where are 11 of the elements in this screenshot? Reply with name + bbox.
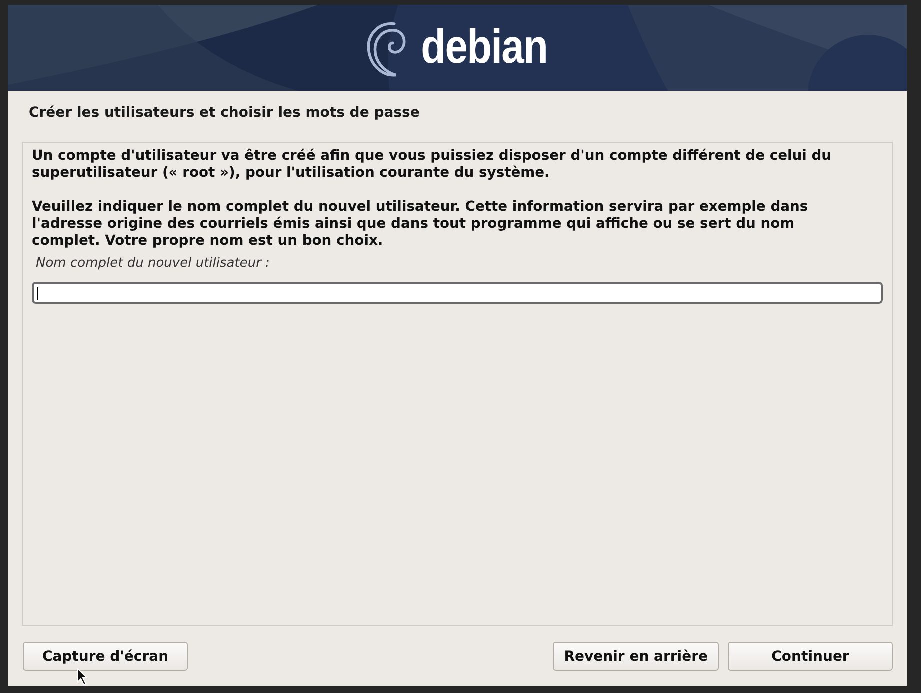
logo-text: debian xyxy=(421,24,548,72)
screenshot-button[interactable]: Capture d'écran xyxy=(23,642,188,671)
input-field[interactable] xyxy=(32,282,883,304)
field-label: Nom complet du nouvel utilisateur : xyxy=(35,256,271,271)
text-cursor-icon xyxy=(37,287,38,300)
mouse-pointer-icon xyxy=(77,668,89,686)
back-button[interactable]: Revenir en arrière xyxy=(553,642,719,671)
paragraph: Un compte d'utilisateur va être créé afin que vous puissiez disposer d'un compte différent de celui du superutilisateur (« root »), pour l'utilisation courante du système. xyxy=(32,148,833,182)
continue-button[interactable]: Continuer xyxy=(728,642,893,671)
paragraph: Veuillez indiquer le nom complet du nouvel utilisateur. Cette information servira par exemple dans l'adresse origine des courriels émis ainsi que dans tout programme qui affiche ou se sert du nom complet. Votre propre nom est un bon choix. xyxy=(32,199,810,250)
page-title: Créer les utilisateurs et choisir les mots de passe xyxy=(28,104,421,123)
